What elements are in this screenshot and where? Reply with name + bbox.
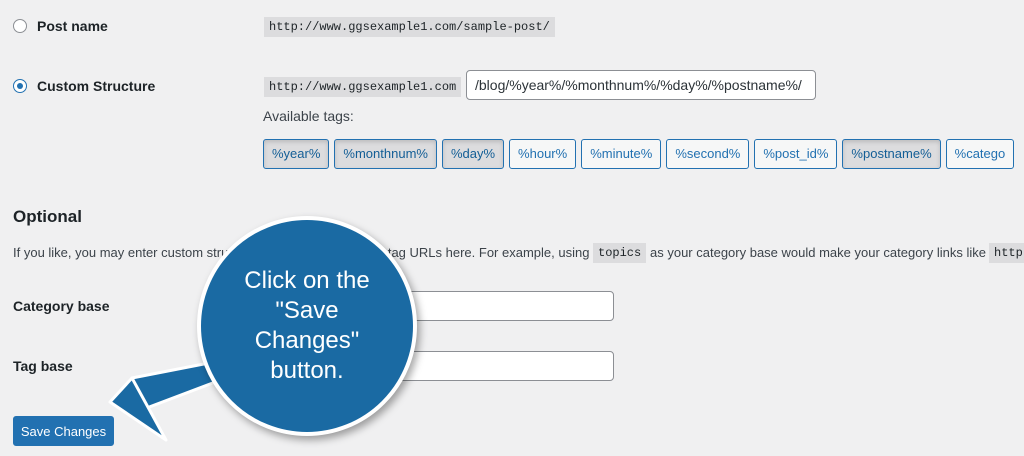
callout-line-1: Click on the [244, 267, 370, 294]
save-changes-button[interactable]: Save Changes [13, 416, 114, 446]
callout-arrow [108, 360, 228, 442]
callout-line-3: button. [270, 357, 344, 384]
callout-line-2: "Save Changes" [254, 297, 360, 354]
instruction-callout: Click on the "Save Changes" button. [197, 216, 417, 436]
